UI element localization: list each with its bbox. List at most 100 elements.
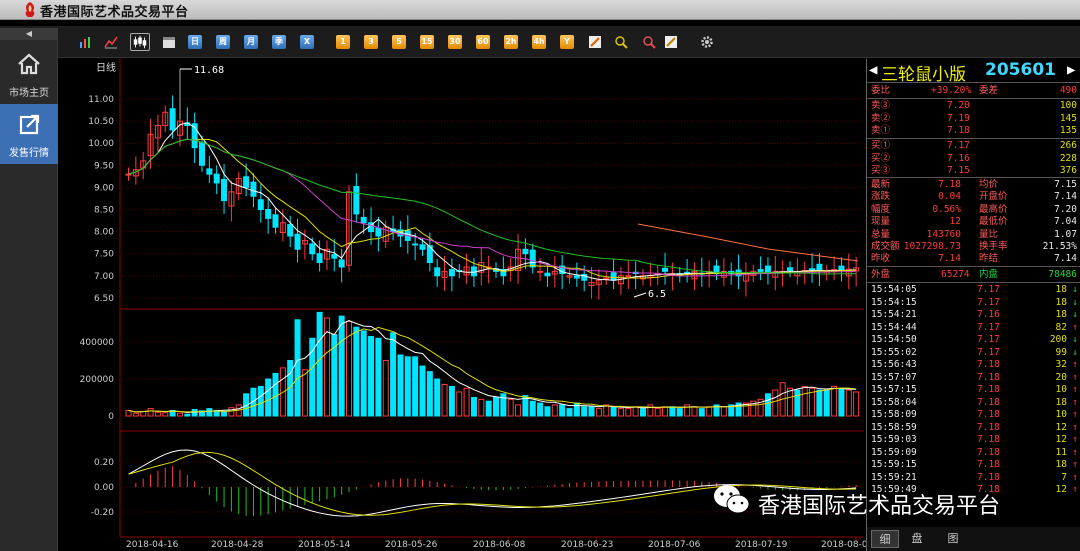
volume-bar: [419, 365, 426, 417]
tick-volume: 18: [1055, 284, 1067, 295]
candle: [809, 268, 816, 271]
period-week-button[interactable]: 周: [216, 35, 230, 49]
volume-bar: [368, 335, 375, 417]
tick-price: 7.17: [977, 284, 1000, 295]
stat-row: 现量 12 最低价 7.04: [867, 216, 1080, 228]
tick-time: 15:55:02: [871, 346, 917, 358]
period-month-button[interactable]: 月: [244, 35, 258, 49]
zoom-out-icon[interactable]: [642, 35, 656, 49]
period-day-button[interactable]: 日: [188, 35, 202, 49]
line-chart-icon[interactable]: [104, 35, 118, 49]
title-bar: 香港国际艺术品交易平台: [0, 0, 1080, 20]
volume-bar: [265, 378, 272, 417]
next-stock-arrow-icon[interactable]: ▶: [1067, 62, 1075, 78]
tick-time: 15:59:09: [871, 446, 917, 458]
minute-15-button[interactable]: 15: [420, 35, 434, 49]
tick-row: 15:58:04 7.18 18 ↑: [867, 397, 1080, 409]
minute-5-button[interactable]: 5: [392, 35, 406, 49]
sidebar-item-trading[interactable]: 发售行情: [0, 104, 58, 164]
year-button[interactable]: Y: [560, 35, 574, 49]
tick-time: 15:54:05: [871, 284, 917, 295]
tab-chart[interactable]: 图: [939, 530, 967, 548]
volume-bar: [676, 408, 683, 417]
price-tick-label: 10.50: [88, 117, 114, 127]
period-label: 日线: [96, 63, 116, 74]
candle: [316, 253, 323, 264]
tick-price: 7.16: [977, 309, 1000, 320]
stat-value: 7.14: [938, 253, 961, 265]
tick-volume: 12: [1055, 434, 1067, 445]
candle: [360, 216, 367, 224]
weicha-label: 委差: [979, 85, 999, 96]
arrow-up-icon: ↑: [1072, 359, 1078, 370]
hour-4-button[interactable]: 4h: [532, 35, 546, 49]
minute-1-button[interactable]: 1: [336, 35, 350, 49]
bar-chart-icon[interactable]: [78, 35, 92, 49]
tick-time: 15:58:59: [871, 421, 917, 433]
home-icon: [18, 53, 40, 75]
pencil-icon[interactable]: [664, 35, 678, 49]
volume-bar: [390, 332, 397, 417]
sidebar-collapse-button[interactable]: ◀: [0, 28, 58, 40]
tick-price: 7.17: [977, 346, 1000, 358]
candle: [529, 249, 536, 268]
arrow-up-icon: ↑: [1072, 321, 1078, 333]
tick-volume: 10: [1055, 409, 1067, 420]
zoom-in-icon[interactable]: [614, 35, 628, 49]
bid-row: 买② 7.16 228: [867, 153, 1080, 165]
stat-row: 成交额 1027298.73 换手率 21.53%: [867, 241, 1080, 253]
sidebar-item-market-home[interactable]: 市场主页: [0, 44, 58, 104]
tab-board[interactable]: 盘: [903, 530, 931, 548]
sidebar-item-label: 市场主页: [9, 88, 49, 99]
arrow-up-icon: ↑: [1072, 421, 1078, 433]
arrow-up-icon: ↑: [1072, 409, 1078, 420]
tick-volume: 200: [1049, 334, 1067, 345]
prev-stock-arrow-icon[interactable]: ◀: [869, 62, 877, 78]
tick-price: 7.18: [977, 359, 1000, 370]
volume-bar: [816, 389, 823, 417]
ask-volume: 145: [1059, 112, 1077, 124]
candle: [610, 272, 617, 281]
price-tick-label: 9.50: [94, 161, 114, 171]
candlestick-icon[interactable]: [130, 33, 150, 51]
tick-volume: 12: [1055, 484, 1067, 495]
minute-30-button[interactable]: 30: [448, 35, 462, 49]
arrow-down-icon: ↓: [1072, 309, 1078, 320]
bid-row: 买③ 7.15 376: [867, 165, 1080, 177]
candle: [169, 108, 176, 131]
volume-bar: [573, 402, 580, 417]
volume-bar: [581, 406, 588, 417]
minute-60-button[interactable]: 60: [476, 35, 490, 49]
period-quarter-button[interactable]: 季: [272, 35, 286, 49]
stat-value: 7.14: [1054, 191, 1077, 203]
tab-detail[interactable]: 细: [871, 530, 899, 548]
draw-tool-icon[interactable]: [588, 35, 602, 49]
volume-bar: [544, 406, 551, 417]
volume-bar: [360, 330, 367, 417]
volume-bar: [566, 408, 573, 417]
tick-time: 15:58:09: [871, 409, 917, 420]
tick-time: 15:56:43: [871, 359, 917, 370]
ask-volume: 100: [1059, 100, 1077, 111]
calendar-icon[interactable]: [162, 35, 176, 49]
stat-label: 成交额: [871, 241, 900, 252]
minute-3-button[interactable]: 3: [364, 35, 378, 49]
hour-2-button[interactable]: 2h: [504, 35, 518, 49]
period-x-button[interactable]: X: [300, 35, 314, 49]
bid-volume: 376: [1059, 165, 1077, 176]
candle: [353, 186, 360, 215]
outer-inner-row: 外盘 65274 内盘 78486: [867, 269, 1080, 281]
volume-bar: [640, 408, 646, 417]
tick-volume: 82: [1055, 321, 1067, 333]
volume-bar: [316, 311, 323, 417]
volume-tick-label: 200000: [80, 375, 115, 385]
candle: [257, 199, 264, 211]
inner-label: 内盘: [979, 269, 999, 280]
arrow-up-icon: ↑: [1072, 459, 1078, 470]
stock-name: 三轮鼠小版: [881, 65, 966, 85]
kline-chart-area[interactable]: 11.00 10.50 10.00 9.50 9.00 8.50 8.00 7.50 7.00 6…: [68, 59, 866, 551]
tick-volume: 10: [1055, 384, 1067, 395]
bid-price: 7.17: [947, 140, 970, 151]
gear-icon[interactable]: [700, 35, 714, 49]
app-logo-icon: [25, 2, 35, 17]
